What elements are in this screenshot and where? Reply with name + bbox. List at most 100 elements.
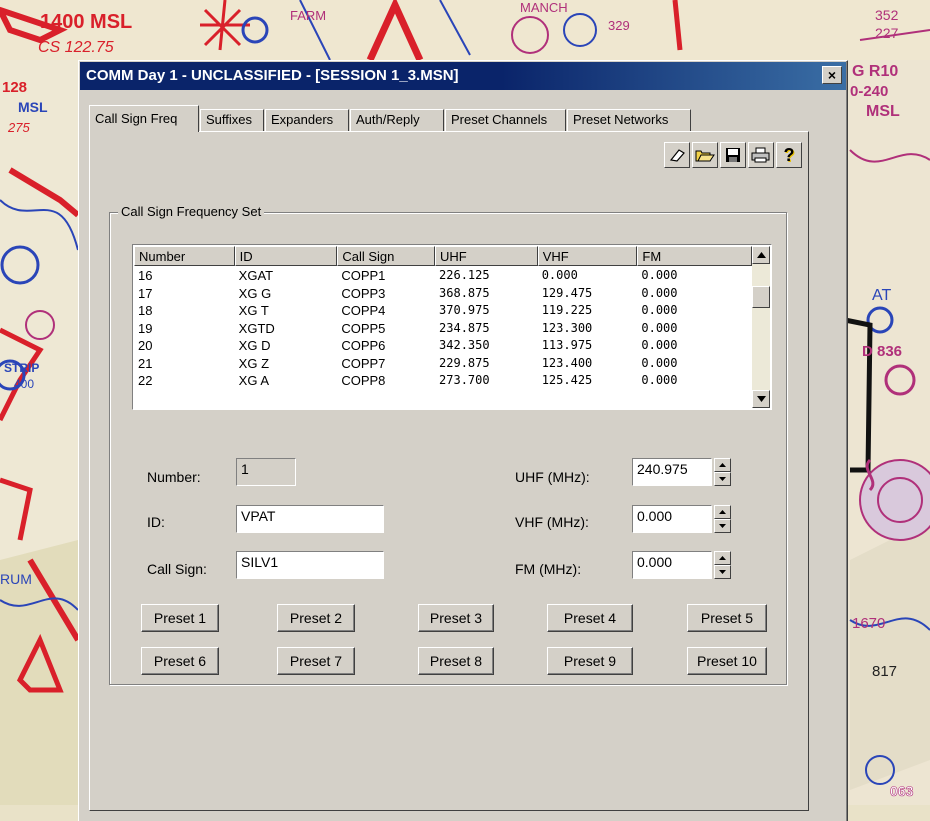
vhf-spin-down[interactable]	[714, 519, 731, 533]
preset-4-button[interactable]: Preset 4	[547, 604, 633, 632]
tab-call-sign-freq[interactable]: Call Sign Freq	[89, 105, 199, 132]
preset-3-button[interactable]: Preset 3	[418, 604, 494, 632]
preset-8-button[interactable]: Preset 8	[418, 647, 494, 675]
scrollbar-thumb[interactable]	[752, 286, 770, 308]
uhf-spinner[interactable]	[714, 458, 731, 486]
column-header-call-sign[interactable]: Call Sign	[337, 246, 436, 266]
cell-vhf: 0.000	[541, 268, 578, 282]
list-header: Number ID Call Sign UHF VHF FM	[134, 246, 752, 266]
cell-call-sign: COPP8	[341, 373, 386, 388]
arrow-up-icon	[719, 510, 726, 514]
save-button[interactable]	[720, 142, 746, 168]
table-row[interactable]: 22 XG A COPP8 273.700 125.425 0.000	[134, 372, 752, 390]
print-button[interactable]	[748, 142, 774, 168]
preset-9-button[interactable]: Preset 9	[547, 647, 633, 675]
column-header-uhf[interactable]: UHF	[435, 246, 538, 266]
table-row[interactable]: 18 XG T COPP4 370.975 119.225 0.000	[134, 302, 752, 320]
comm-dialog-window: COMM Day 1 - UNCLASSIFIED - [SESSION 1_3…	[78, 60, 848, 821]
vhf-field[interactable]: 0.000	[632, 505, 712, 533]
tab-expanders[interactable]: Expanders	[265, 109, 349, 131]
group-title: Call Sign Frequency Set	[118, 204, 265, 219]
scroll-down-button[interactable]	[752, 390, 770, 408]
cell-number: 18	[138, 303, 153, 318]
vhf-spinner[interactable]	[714, 505, 731, 533]
column-header-number[interactable]: Number	[134, 246, 235, 266]
map-label: G R10	[852, 63, 898, 80]
map-label: AT	[872, 287, 891, 304]
tab-suffixes[interactable]: Suffixes	[200, 109, 264, 131]
map-label: 1400 MSL	[40, 11, 132, 33]
cell-uhf: 229.875	[439, 355, 490, 370]
preset-10-button[interactable]: Preset 10	[687, 647, 767, 675]
cell-fm: 0.000	[641, 355, 678, 370]
call-sign-frequency-list[interactable]: Number ID Call Sign UHF VHF FM 16 XGAT COP…	[132, 244, 772, 410]
cell-call-sign: COPP1	[341, 268, 386, 283]
title-bar[interactable]: COMM Day 1 - UNCLASSIFIED - [SESSION 1_3…	[80, 62, 846, 90]
call-sign-field[interactable]: SILV1	[236, 551, 384, 579]
fm-field[interactable]: 0.000	[632, 551, 712, 579]
vertical-scrollbar[interactable]	[752, 246, 770, 408]
column-header-fm[interactable]: FM	[637, 246, 752, 266]
tab-preset-networks[interactable]: Preset Networks	[567, 109, 691, 131]
cell-fm: 0.000	[641, 338, 678, 352]
table-row[interactable]: 21 XG Z COPP7 229.875 123.400 0.000	[134, 355, 752, 373]
cell-call-sign: COPP4	[341, 303, 386, 318]
map-label: MSL	[866, 103, 900, 120]
cell-vhf: 113.975	[541, 338, 593, 352]
vhf-spin-up[interactable]	[714, 505, 731, 519]
uhf-spin-down[interactable]	[714, 472, 731, 486]
open-button[interactable]	[692, 142, 718, 168]
tab-auth-reply[interactable]: Auth/Reply	[350, 109, 444, 131]
id-field[interactable]: VPAT	[236, 505, 384, 533]
table-row[interactable]: 20 XG D COPP6 342.350 113.975 0.000	[134, 337, 752, 355]
tab-preset-channels[interactable]: Preset Channels	[445, 109, 566, 131]
vhf-label: VHF (MHz):	[515, 514, 589, 530]
cell-call-sign: COPP6	[341, 338, 386, 353]
preset-2-button[interactable]: Preset 2	[277, 604, 355, 632]
map-label: RUM	[0, 571, 32, 587]
eraser-button[interactable]	[664, 142, 690, 168]
cell-uhf: 226.125	[439, 268, 490, 282]
cell-vhf: 119.225	[541, 303, 593, 317]
uhf-spin-up[interactable]	[714, 458, 731, 472]
fm-spinner[interactable]	[714, 551, 731, 579]
map-label: 128	[2, 79, 27, 96]
fm-spin-up[interactable]	[714, 551, 731, 565]
fm-spin-down[interactable]	[714, 565, 731, 579]
cell-vhf: 123.400	[541, 355, 593, 370]
cell-fm: 0.000	[641, 285, 678, 300]
call-sign-frequency-set-group: Call Sign Frequency Set Number ID Call S…	[109, 204, 787, 685]
preset-6-button[interactable]: Preset 6	[141, 647, 219, 675]
table-row[interactable]: 16 XGAT COPP1 226.125 0.000 0.000	[134, 267, 752, 285]
close-button[interactable]: ×	[822, 66, 842, 84]
number-label: Number:	[147, 469, 201, 485]
cell-id: XGTD	[238, 320, 275, 336]
map-label: 227	[875, 25, 899, 41]
cell-id: XG G	[238, 285, 272, 301]
arrow-down-icon	[719, 477, 726, 481]
cell-uhf: 234.875	[439, 320, 490, 335]
preset-1-button[interactable]: Preset 1	[141, 604, 219, 632]
help-button[interactable]: ?	[776, 142, 802, 168]
cell-id: XG T	[238, 303, 269, 318]
map-label: 817	[872, 663, 897, 680]
column-header-vhf[interactable]: VHF	[537, 246, 638, 266]
preset-7-button[interactable]: Preset 7	[277, 647, 355, 675]
cell-call-sign: COPP5	[341, 320, 386, 336]
cell-call-sign: COPP7	[341, 355, 386, 371]
cell-number: 21	[138, 355, 153, 371]
cell-number: 19	[138, 320, 153, 336]
open-folder-icon	[695, 150, 715, 162]
preset-5-button[interactable]: Preset 5	[687, 604, 767, 632]
arrow-up-icon	[719, 556, 726, 560]
scroll-up-button[interactable]	[752, 246, 770, 264]
cell-fm: 0.000	[641, 320, 678, 335]
table-row[interactable]: 17 XG G COPP3 368.875 129.475 0.000	[134, 285, 752, 303]
cell-vhf: 125.425	[541, 373, 593, 387]
arrow-down-icon	[756, 396, 766, 402]
table-row[interactable]: 19 XGTD COPP5 234.875 123.300 0.000	[134, 320, 752, 338]
cell-uhf: 368.875	[439, 285, 490, 300]
uhf-field[interactable]: 240.975	[632, 458, 712, 486]
column-header-id[interactable]: ID	[234, 246, 338, 266]
cell-uhf: 273.700	[439, 373, 490, 387]
